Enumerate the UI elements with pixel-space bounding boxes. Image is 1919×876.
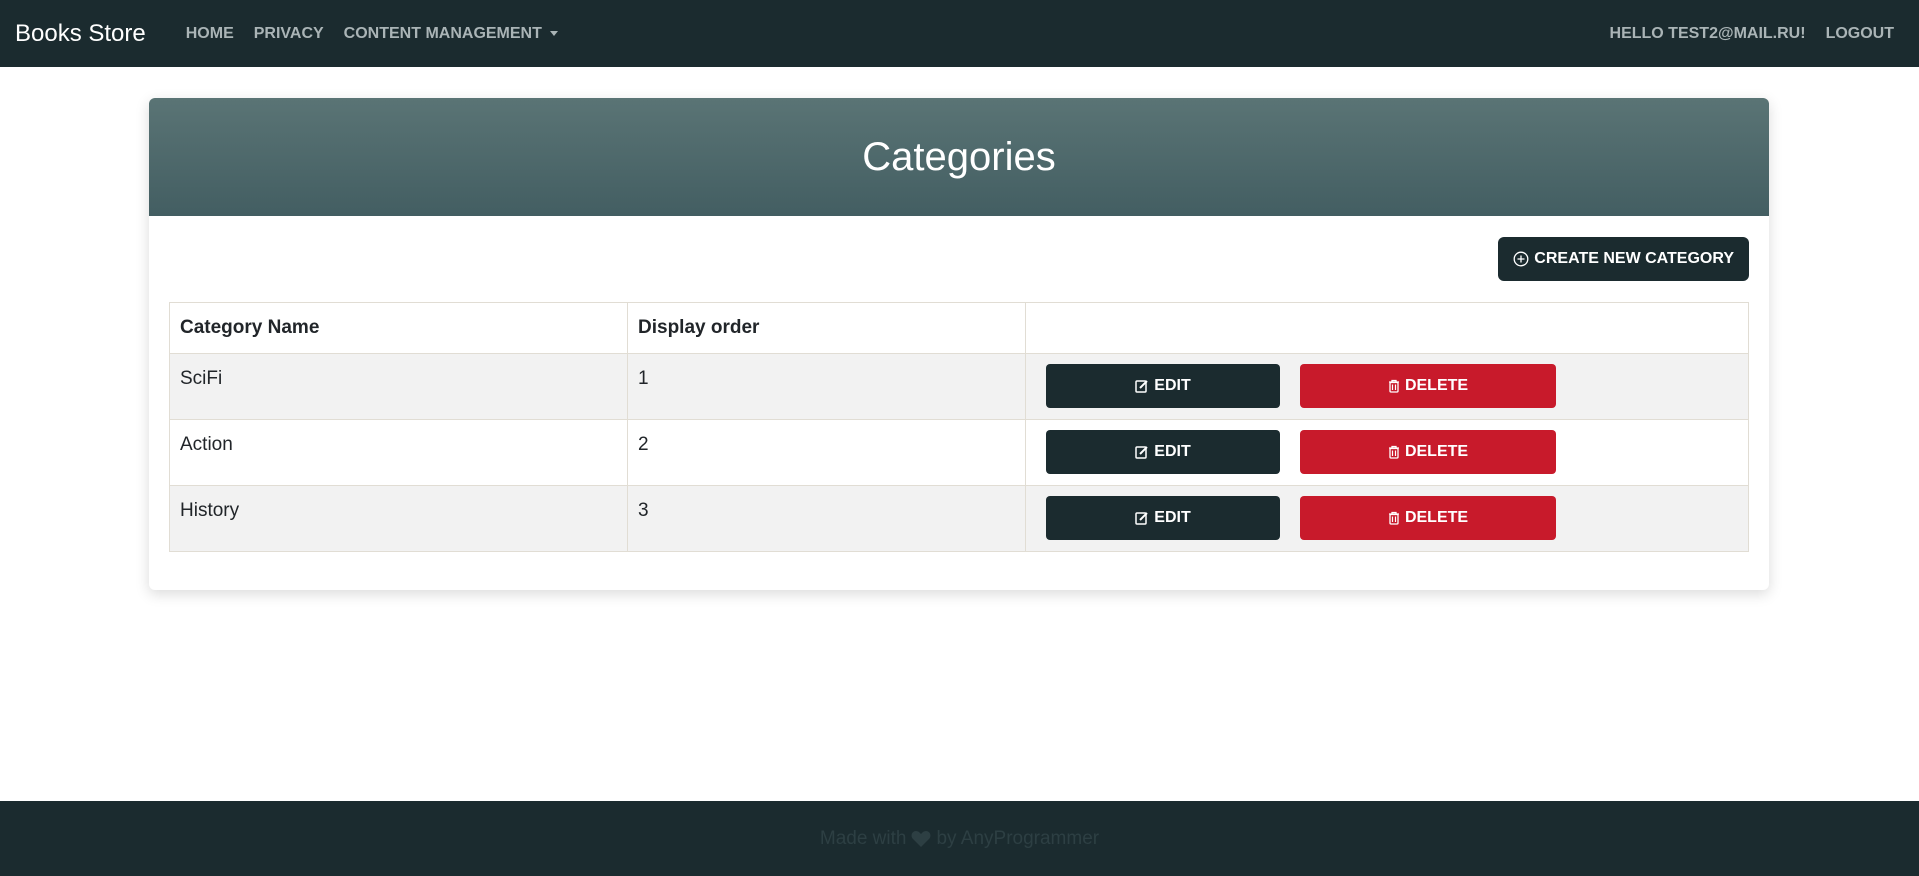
- table-row: History 3 EDIT DELETE: [169, 485, 1749, 552]
- edit-label: EDIT: [1154, 443, 1191, 460]
- actions-cell: EDIT DELETE: [1025, 419, 1749, 486]
- edit-label: EDIT: [1154, 509, 1191, 526]
- trash-icon: [1388, 511, 1400, 525]
- trash-icon: [1388, 445, 1400, 459]
- card-header: Categories: [149, 98, 1769, 216]
- edit-icon: [1135, 379, 1149, 393]
- create-category-button[interactable]: CREATE NEW CATEGORY: [1498, 237, 1749, 281]
- logout-link[interactable]: LOGOUT: [1816, 25, 1904, 43]
- footer-text-after: by AnyProgrammer: [936, 827, 1100, 849]
- nav-content-management-label: CONTENT MANAGEMENT: [343, 24, 542, 42]
- footer: Made with by AnyProgrammer: [0, 801, 1919, 876]
- table-header-row: Category Name Display order: [169, 302, 1749, 354]
- footer-text-before: Made with: [819, 827, 907, 849]
- category-name-cell: History: [169, 485, 628, 552]
- delete-label: DELETE: [1404, 509, 1469, 526]
- delete-label: DELETE: [1404, 377, 1469, 394]
- edit-button[interactable]: EDIT: [1046, 496, 1280, 540]
- create-category-label: CREATE NEW CATEGORY: [1534, 250, 1734, 267]
- display-order-cell: 3: [627, 485, 1026, 552]
- caret-down-icon: [549, 30, 558, 36]
- nav-links: HOME PRIVACY CONTENT MANAGEMENT: [176, 25, 568, 43]
- nav-privacy[interactable]: PRIVACY: [244, 25, 334, 43]
- edit-button[interactable]: EDIT: [1046, 430, 1280, 474]
- nav-content-management-dropdown[interactable]: CONTENT MANAGEMENT: [334, 25, 568, 43]
- col-header-actions: [1025, 302, 1749, 354]
- category-name-cell: SciFi: [169, 353, 628, 420]
- display-order-cell: 2: [627, 419, 1026, 486]
- nav-user: HELLO TEST2@MAIL.RU! LOGOUT: [1600, 25, 1904, 43]
- edit-label: EDIT: [1154, 377, 1191, 394]
- categories-card: Categories CREATE NEW CATEGORY Category …: [149, 98, 1769, 590]
- user-greeting[interactable]: HELLO TEST2@MAIL.RU!: [1600, 25, 1816, 43]
- edit-icon: [1135, 445, 1149, 459]
- brand-link[interactable]: Books Store: [15, 20, 146, 48]
- delete-label: DELETE: [1404, 443, 1469, 460]
- categories-table: Category Name Display order SciFi 1 EDIT…: [169, 302, 1749, 552]
- plus-circle-icon: [1513, 251, 1529, 267]
- category-name-cell: Action: [169, 419, 628, 486]
- col-header-category-name: Category Name: [169, 302, 628, 354]
- heart-icon: [911, 830, 931, 848]
- page-title: Categories: [862, 134, 1056, 179]
- nav-home[interactable]: HOME: [176, 25, 244, 43]
- edit-button[interactable]: EDIT: [1046, 364, 1280, 408]
- trash-icon: [1388, 379, 1400, 393]
- delete-button[interactable]: DELETE: [1300, 430, 1556, 474]
- table-row: Action 2 EDIT DELETE: [169, 419, 1749, 486]
- delete-button[interactable]: DELETE: [1300, 496, 1556, 540]
- actions-cell: EDIT DELETE: [1025, 485, 1749, 552]
- table-row: SciFi 1 EDIT DELETE: [169, 353, 1749, 420]
- navbar: Books Store HOME PRIVACY CONTENT MANAGEM…: [0, 0, 1919, 67]
- actions-cell: EDIT DELETE: [1025, 353, 1749, 420]
- delete-button[interactable]: DELETE: [1300, 364, 1556, 408]
- edit-icon: [1135, 511, 1149, 525]
- display-order-cell: 1: [627, 353, 1026, 420]
- col-header-display-order: Display order: [627, 302, 1026, 354]
